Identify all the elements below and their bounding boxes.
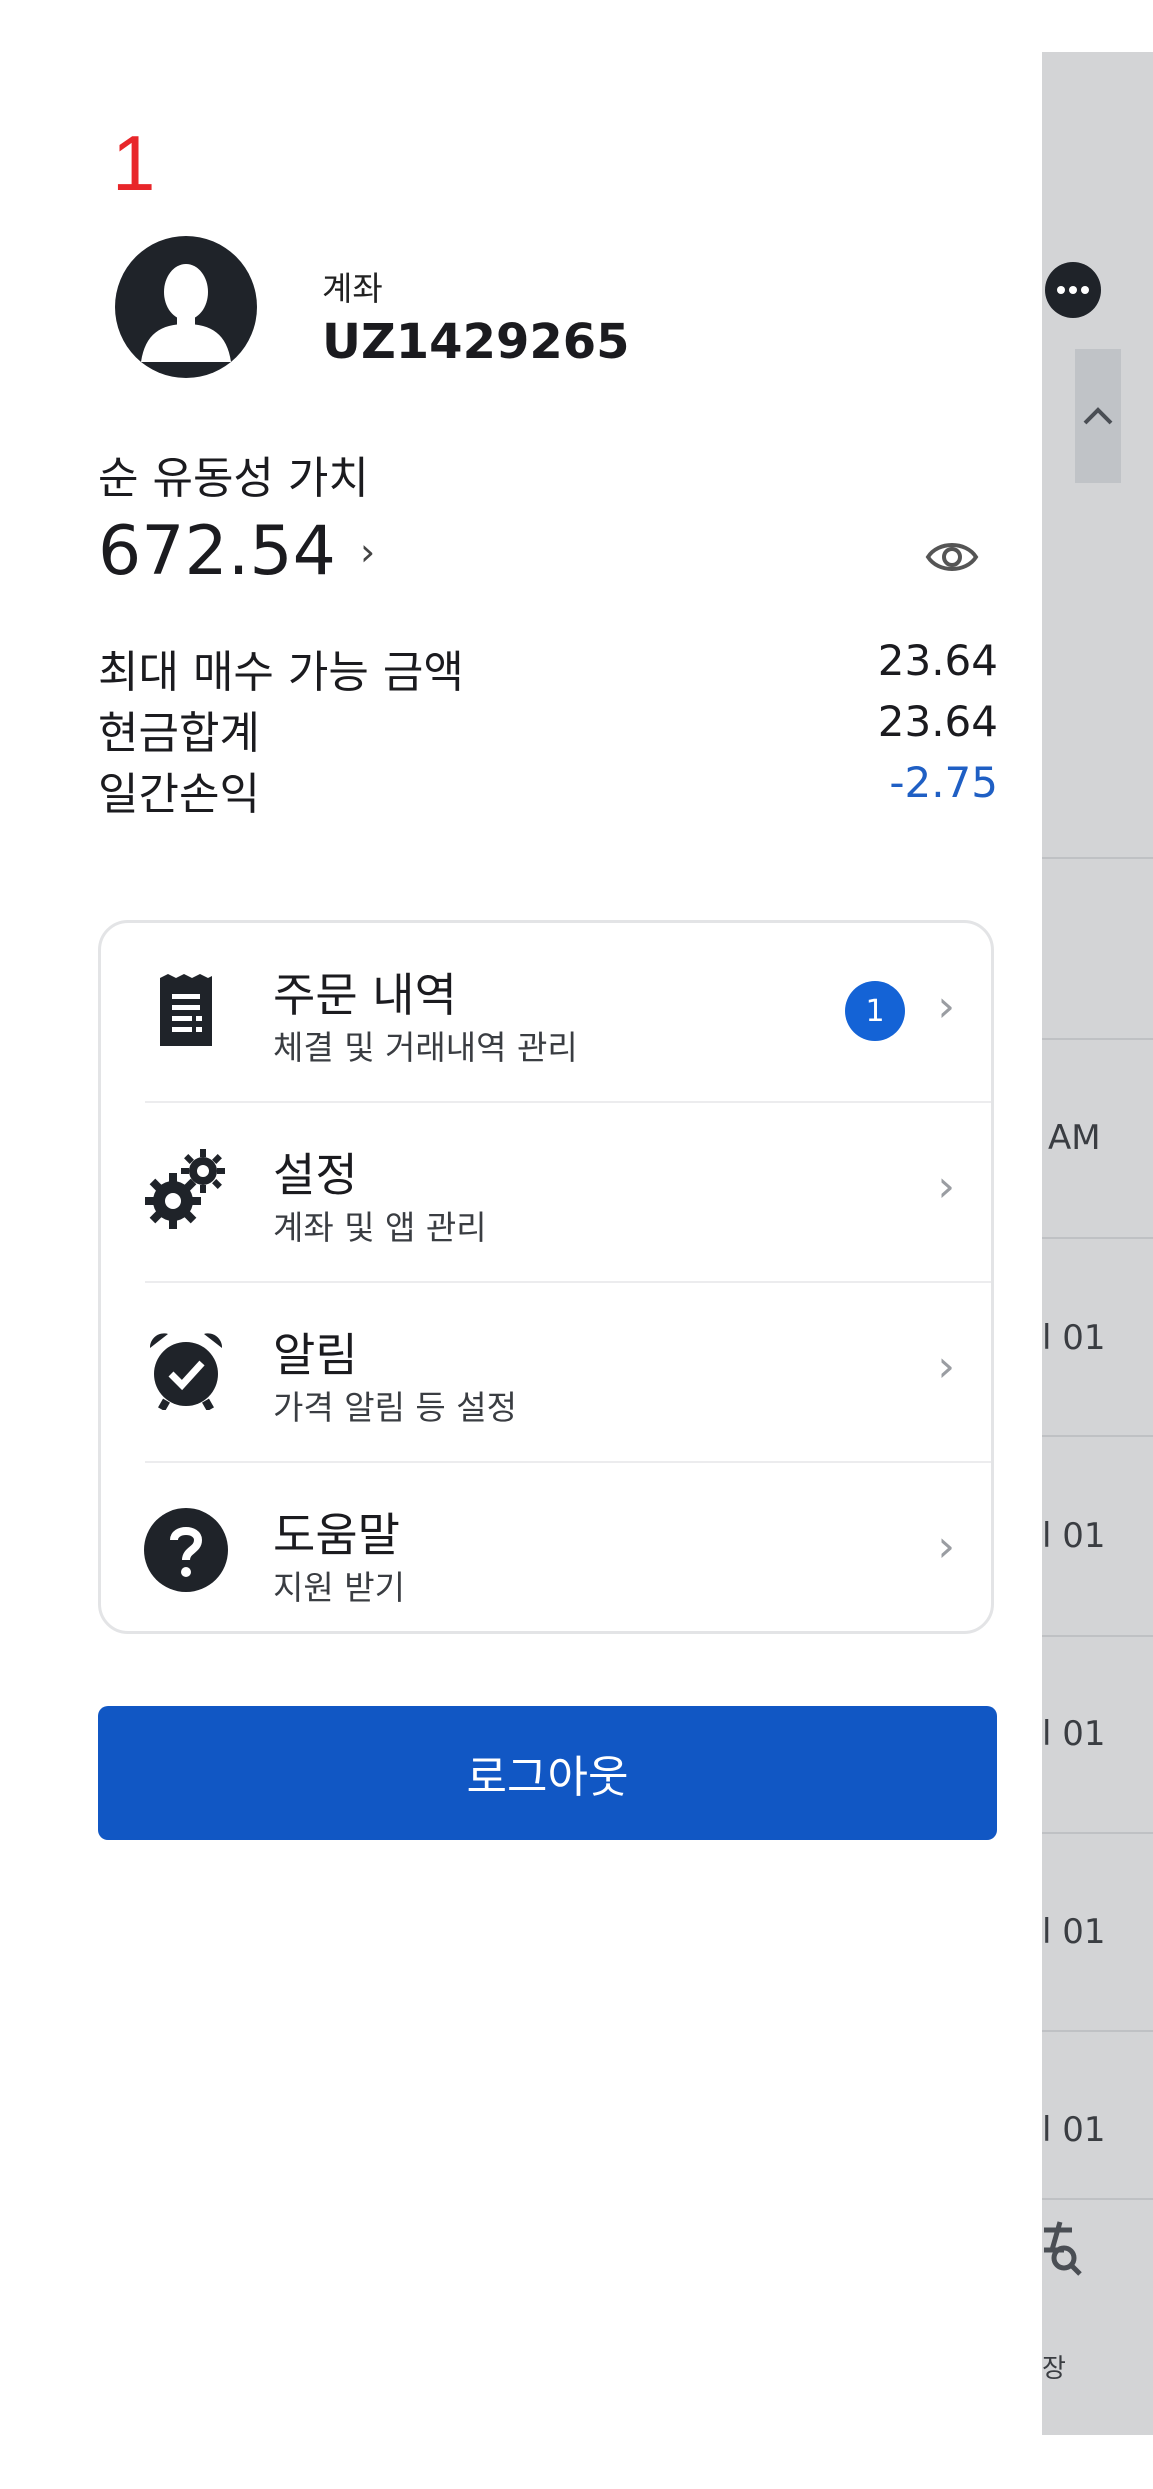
divider [1042, 857, 1153, 859]
background-row-text: l 01 [1042, 1912, 1106, 1952]
help-icon [141, 1505, 231, 1595]
summary-label: 현금합계 [98, 708, 260, 759]
scroll-to-top-button[interactable] [1075, 349, 1121, 483]
background-app: AM l 01 l 01 l 01 l 01 l 01 장 [1042, 52, 1153, 2435]
chevron-right-icon: › [937, 981, 955, 1032]
divider [1042, 1635, 1153, 1637]
menu-item-title: 도움말 [273, 1508, 400, 1562]
menu-item-alerts[interactable]: 알림 가격 알림 등 설정 › [101, 1283, 997, 1463]
background-row-text: AM [1048, 1118, 1101, 1158]
account-label: 계좌 [322, 269, 383, 308]
background-row-text: l 01 [1042, 1318, 1106, 1358]
menu-item-settings[interactable]: 설정 계좌 및 앱 관리 › [101, 1103, 997, 1283]
net-liquidation-value[interactable]: 672.54 › [98, 512, 375, 591]
divider [1042, 1237, 1153, 1239]
menu-item-title: 설정 [273, 1148, 358, 1202]
daily-pnl-value: -2.75 [889, 758, 998, 807]
receipt-icon [141, 965, 231, 1055]
menu-item-title: 알림 [273, 1328, 358, 1382]
eye-icon[interactable] [924, 532, 980, 582]
logout-button[interactable]: 로그아웃 [98, 1706, 997, 1840]
summary-row: 현금합계 23.64 [98, 697, 998, 759]
menu-item-subtitle: 체결 및 거래내역 관리 [273, 1028, 578, 1067]
menu-item-subtitle: 가격 알림 등 설정 [273, 1388, 517, 1427]
account-id: UZ1429265 [322, 314, 630, 370]
chevron-right-icon: › [359, 529, 376, 574]
summary-value: 23.64 [877, 636, 998, 685]
divider [1042, 1435, 1153, 1437]
notification-badge: 1 [845, 981, 905, 1041]
menu-item-title: 주문 내역 [273, 968, 457, 1022]
summary-row: 일간손익 -2.75 [98, 758, 998, 820]
avatar[interactable] [115, 236, 257, 378]
chevron-right-icon: › [937, 1161, 955, 1212]
background-row-text: l 01 [1042, 1516, 1106, 1556]
summary-label: 일간손익 [98, 769, 260, 820]
divider [1042, 1832, 1153, 1834]
alarm-clock-icon [141, 1325, 231, 1415]
market-tab-icon[interactable] [1042, 2220, 1092, 2280]
menu-item-subtitle: 계좌 및 앱 관리 [273, 1208, 487, 1247]
divider [1042, 2198, 1153, 2200]
more-options-icon[interactable] [1045, 262, 1101, 318]
summary-label: 최대 매수 가능 금액 [98, 647, 464, 698]
menu-item-orders[interactable]: 주문 내역 체결 및 거래내역 관리 1 › [101, 923, 997, 1103]
summary-row: 최대 매수 가능 금액 23.64 [98, 636, 998, 698]
menu-item-help[interactable]: 도움말 지원 받기 › [101, 1463, 997, 1643]
divider [1042, 2030, 1153, 2032]
page-number: 1 [112, 119, 156, 207]
net-liquidation-amount: 672.54 [98, 512, 336, 591]
chevron-right-icon: › [937, 1521, 955, 1572]
divider [1042, 1038, 1153, 1040]
market-tab-label: 장 [1042, 2354, 1066, 2384]
chevron-up-icon [1083, 407, 1113, 425]
user-icon [141, 264, 231, 362]
menu-card: 주문 내역 체결 및 거래내역 관리 1 › 설정 계좌 및 앱 관리 › 알림… [98, 920, 994, 1634]
background-row-text: l 01 [1042, 1714, 1106, 1754]
menu-item-subtitle: 지원 받기 [273, 1568, 405, 1607]
summary-value: 23.64 [877, 697, 998, 746]
gears-icon [141, 1145, 231, 1235]
background-row-text: l 01 [1042, 2110, 1106, 2150]
net-liquidation-label: 순 유동성 가치 [98, 453, 369, 504]
chevron-right-icon: › [937, 1341, 955, 1392]
